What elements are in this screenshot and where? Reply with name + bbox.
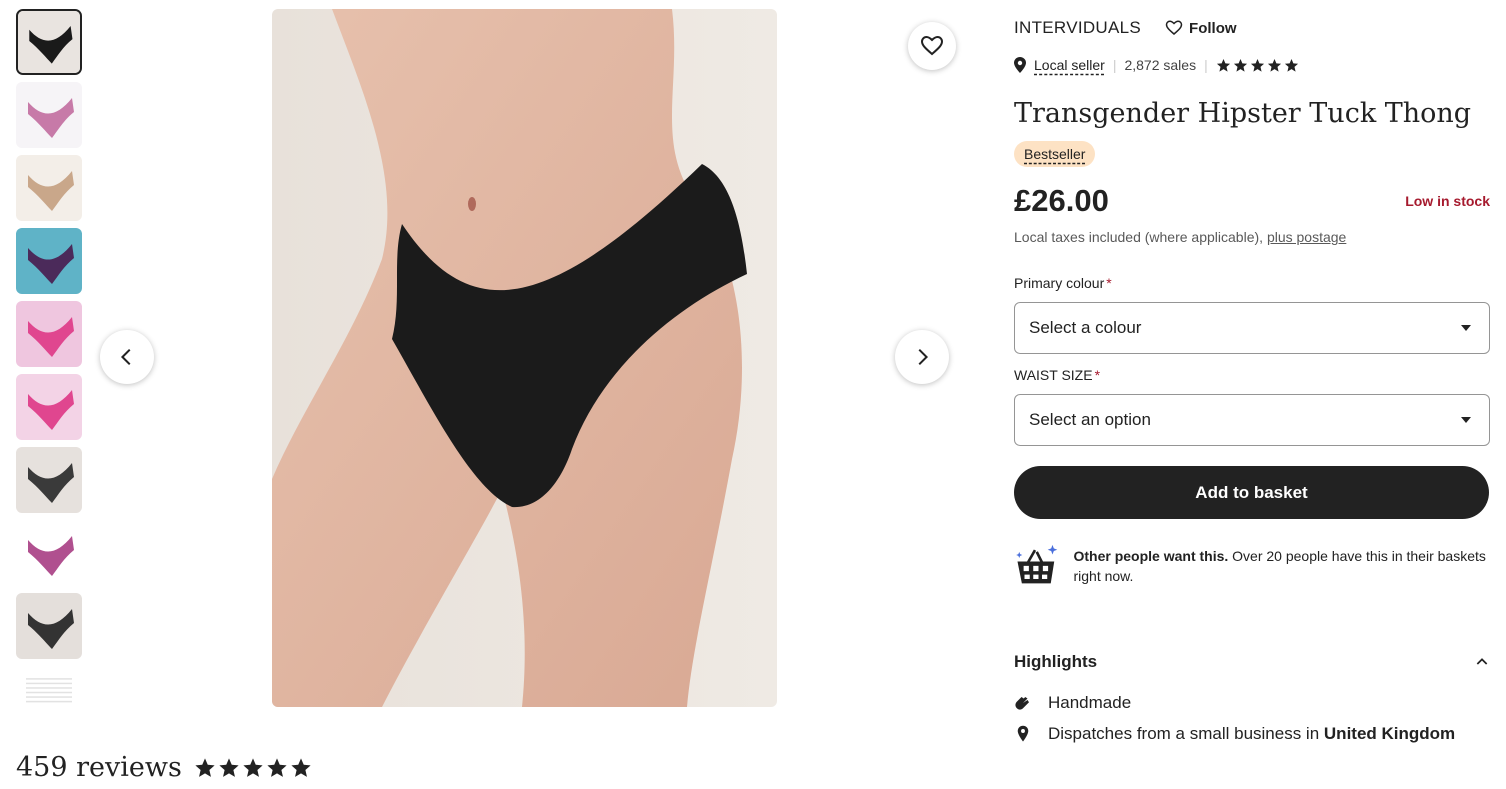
- thumbnail-pool-purple[interactable]: [16, 228, 82, 294]
- highlight-dispatch: Dispatches from a small business in Unit…: [1014, 724, 1455, 744]
- highlights-heading: Highlights: [1014, 652, 1098, 671]
- location-pin-icon: [1014, 57, 1026, 73]
- reviews-count: 459 reviews: [16, 752, 182, 783]
- favorite-button[interactable]: [908, 22, 956, 70]
- reviews-summary: 459 reviews: [16, 752, 312, 783]
- star-icon: [195, 757, 215, 777]
- waist-select[interactable]: Select an option: [1014, 394, 1490, 446]
- shop-header: INTERVIDUALS Follow: [1014, 18, 1237, 38]
- demand-bold: Other people want this.: [1073, 548, 1229, 564]
- chevron-up-icon: [1476, 658, 1488, 665]
- follow-button[interactable]: Follow: [1165, 19, 1237, 37]
- hand-icon: [1015, 697, 1029, 710]
- sales-count: 2,872 sales: [1124, 57, 1197, 73]
- highlight-dispatch-text: Dispatches from a small business in Unit…: [1048, 724, 1455, 744]
- dropdown-caret-icon: [1461, 417, 1471, 423]
- basket-sparkle-icon: [1016, 544, 1058, 584]
- thumbnail-pink-purple-range[interactable]: [16, 82, 82, 148]
- divider: |: [1204, 57, 1208, 73]
- tax-note: Local taxes included (where applicable),…: [1014, 229, 1346, 245]
- star-icon: [267, 757, 287, 777]
- seller-meta: Local seller | 2,872 sales |: [1014, 57, 1299, 73]
- follow-label: Follow: [1189, 19, 1237, 37]
- waist-select-value: Select an option: [1029, 410, 1151, 429]
- dispatch-prefix: Dispatches from a small business in: [1048, 724, 1320, 743]
- badge-label: Bestseller: [1024, 146, 1086, 162]
- waist-label-text: WAIST SIZE: [1014, 367, 1093, 383]
- thumbnail-black-thong-front[interactable]: [16, 9, 82, 75]
- star-icon: [1267, 58, 1281, 72]
- product-title: Transgender Hipster Tuck Thong: [1014, 98, 1472, 129]
- thumbnail-black-front-3[interactable]: [16, 593, 82, 659]
- add-to-basket-button[interactable]: Add to basket: [1014, 466, 1489, 519]
- demand-notice: Other people want this. Over 20 people h…: [1014, 540, 1490, 590]
- divider: |: [1112, 57, 1117, 73]
- star-icon: [291, 757, 311, 777]
- demand-text: Other people want this. Over 20 people h…: [1073, 546, 1490, 590]
- chevron-right-icon: [918, 348, 929, 366]
- shop-rating-stars[interactable]: [1216, 58, 1299, 73]
- thumbnail-list: [16, 9, 82, 723]
- previous-image-button[interactable]: [100, 330, 154, 384]
- thumbnail-pink-back[interactable]: [16, 374, 82, 440]
- star-icon: [1216, 58, 1230, 72]
- colour-label: Primary colour *: [1014, 275, 1112, 291]
- thumbnail-purple-flat[interactable]: [16, 520, 82, 586]
- stock-status: Low in stock: [1405, 193, 1490, 209]
- location-pin-icon: [1017, 725, 1029, 742]
- thumbnail-nude-tones-range[interactable]: [16, 155, 82, 221]
- product-price: £26.00: [1014, 183, 1109, 218]
- star-icon: [219, 757, 239, 777]
- waist-label: WAIST SIZE *: [1014, 367, 1100, 383]
- highlight-handmade: Handmade: [1014, 693, 1131, 713]
- heart-icon: [1165, 20, 1183, 35]
- required-marker: *: [1106, 275, 1112, 291]
- highlight-handmade-text: Handmade: [1048, 693, 1132, 712]
- colour-select-value: Select a colour: [1029, 318, 1142, 337]
- next-image-button[interactable]: [895, 330, 949, 384]
- thumbnail-black-front-2[interactable]: [16, 447, 82, 513]
- review-stars: [194, 757, 312, 779]
- dropdown-caret-icon: [1461, 325, 1471, 331]
- highlights-toggle[interactable]: Highlights: [1014, 652, 1490, 672]
- local-seller-link[interactable]: Local seller: [1034, 57, 1105, 73]
- heart-icon: [920, 35, 944, 56]
- star-icon: [1284, 58, 1298, 72]
- postage-link[interactable]: plus postage: [1267, 229, 1346, 245]
- colour-select[interactable]: Select a colour: [1014, 302, 1490, 354]
- required-marker: *: [1094, 367, 1101, 383]
- shop-name[interactable]: INTERVIDUALS: [1014, 18, 1141, 38]
- star-icon: [243, 757, 263, 777]
- chevron-left-icon: [120, 348, 131, 366]
- dispatch-country: United Kingdom: [1323, 724, 1456, 743]
- thumbnail-pink-front[interactable]: [16, 301, 82, 367]
- star-icon: [1233, 58, 1247, 72]
- product-main-image: [272, 9, 777, 707]
- star-icon: [1250, 58, 1264, 72]
- colour-label-text: Primary colour: [1014, 275, 1105, 291]
- tax-text: Local taxes included (where applicable),: [1014, 229, 1264, 245]
- bestseller-badge[interactable]: Bestseller: [1014, 141, 1096, 167]
- thumbnail-size-chart[interactable]: [16, 666, 82, 716]
